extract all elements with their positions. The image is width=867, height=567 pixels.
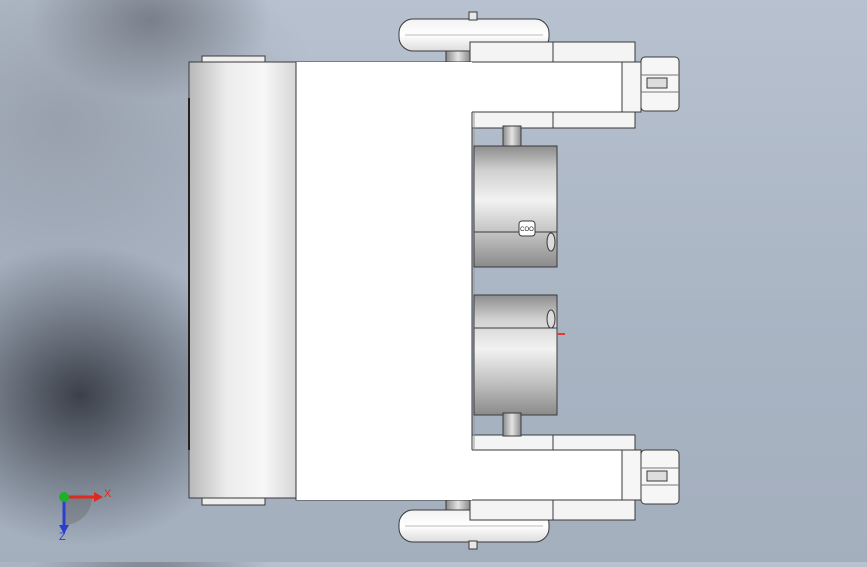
lower-motor[interactable] <box>473 294 565 437</box>
y-axis-dot <box>59 492 69 502</box>
model-assembly[interactable]: COO <box>188 11 680 550</box>
z-axis-label: Z <box>59 531 66 543</box>
model-view[interactable]: COO X Z <box>0 0 867 562</box>
graphics-viewport[interactable]: COO X Z <box>0 0 867 562</box>
motor-button-label: COO <box>520 227 534 233</box>
x-axis-arrowhead <box>94 492 103 502</box>
coordinate-triad: X Z <box>59 488 112 543</box>
top-hinge[interactable] <box>640 56 680 112</box>
main-plate[interactable] <box>296 62 472 500</box>
bottom-hinge[interactable] <box>640 449 680 505</box>
upper-motor[interactable]: COO <box>473 125 558 268</box>
roller[interactable] <box>188 55 297 506</box>
red-marker <box>557 333 565 335</box>
x-axis-label: X <box>104 488 112 500</box>
